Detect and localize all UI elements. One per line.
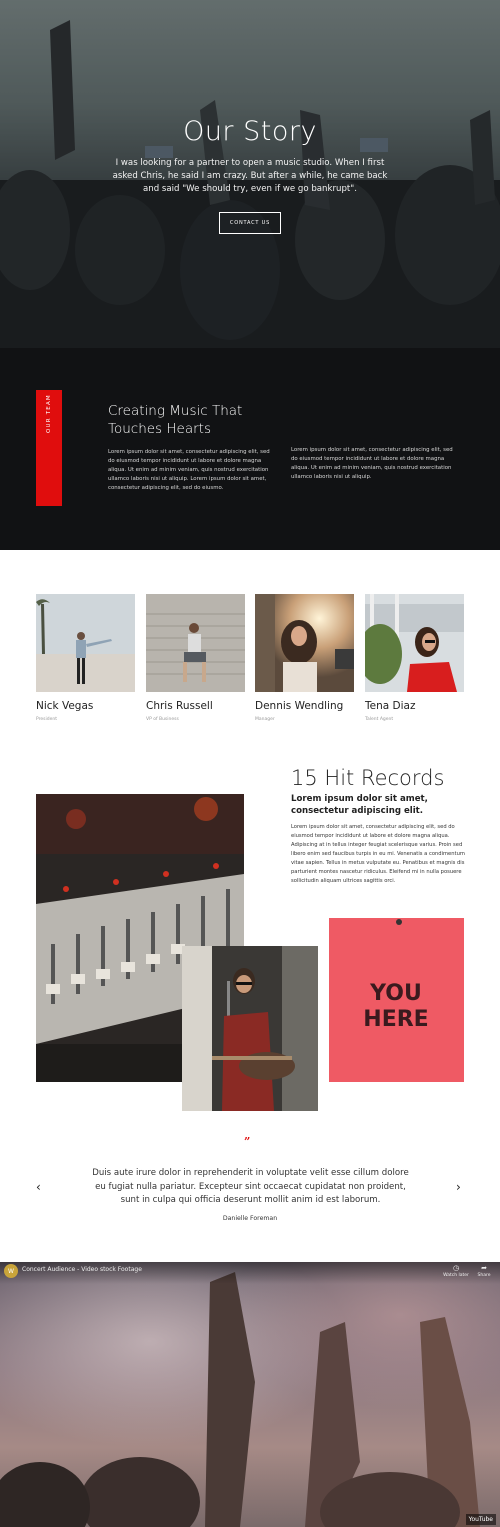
hero-story-text: I was looking for a partner to open a mu… <box>112 158 388 194</box>
member-card-tena-diaz: Tena Diaz Talent Agent <box>365 594 464 722</box>
records-paragraph: Lorem ipsum dolor sit amet, consectetur … <box>291 824 465 884</box>
member-card-chris-russell: Chris Russell VP of Business <box>146 594 245 722</box>
member-role: Talent Agent <box>365 717 394 722</box>
watch-later-label: Watch later <box>443 1273 469 1278</box>
quote-icon: ” <box>244 1135 251 1148</box>
watch-later-button[interactable]: ◷ Watch later <box>441 1264 471 1278</box>
poster-text-you: YOU <box>369 981 422 1006</box>
member-card-dennis-wendling: Dennis Wendling Manager <box>255 594 354 722</box>
team-heading: Creating Music That Touches Hearts <box>108 403 243 437</box>
team-paragraph-2: Lorem ipsum dolor sit amet, consectetur … <box>291 447 453 480</box>
member-card-nick-vegas: Nick Vegas President <box>36 594 135 722</box>
hero-section: Our Story I was looking for a partner to… <box>0 0 500 348</box>
member-photo <box>36 594 135 692</box>
share-button[interactable]: ➦ Share <box>469 1264 499 1278</box>
testimonial-author: Danielle Foreman <box>222 1215 278 1222</box>
member-photo <box>255 594 354 692</box>
video-embed[interactable]: W Concert Audience - Video stock Footage… <box>0 1262 500 1527</box>
video-title[interactable]: Concert Audience - Video stock Footage <box>22 1266 142 1273</box>
youtube-logo[interactable]: YouTube <box>465 1514 496 1525</box>
member-role: VP of Business <box>146 717 179 722</box>
contact-us-button[interactable]: CONTACT US <box>219 212 281 234</box>
chevron-right-icon[interactable]: › <box>456 1180 461 1194</box>
member-photo <box>146 594 245 692</box>
you-here-poster-image: YOU HERE <box>329 918 464 1082</box>
member-name: Dennis Wendling <box>255 700 344 712</box>
clock-icon: ◷ <box>452 1264 460 1272</box>
records-subtitle: Lorem ipsum dolor sit amet, consectetur … <box>291 794 428 816</box>
records-title: 15 Hit Records <box>291 766 445 790</box>
team-section: OUR TEAM Creating Music That Touches Hea… <box>0 348 500 550</box>
member-name: Nick Vegas <box>36 700 94 712</box>
member-name: Chris Russell <box>146 700 213 712</box>
concert-video-frame <box>0 1262 500 1527</box>
testimonial-text: Duis aute irure dolor in reprehenderit i… <box>92 1168 409 1205</box>
member-name: Tena Diaz <box>365 700 416 712</box>
poster-text-here: HERE <box>363 1007 428 1032</box>
chevron-left-icon[interactable]: ‹ <box>36 1180 41 1194</box>
team-paragraph-1: Lorem ipsum dolor sit amet, consectetur … <box>108 449 270 491</box>
member-role: President <box>36 717 57 722</box>
share-icon: ➦ <box>481 1264 487 1272</box>
member-photo <box>365 594 464 692</box>
hero-title: Our Story <box>183 116 317 147</box>
share-label: Share <box>477 1273 491 1278</box>
team-label: OUR TEAM <box>46 394 52 434</box>
channel-avatar[interactable]: W <box>4 1264 18 1278</box>
singer-guitar-image <box>182 946 318 1111</box>
member-role: Manager <box>255 717 275 722</box>
